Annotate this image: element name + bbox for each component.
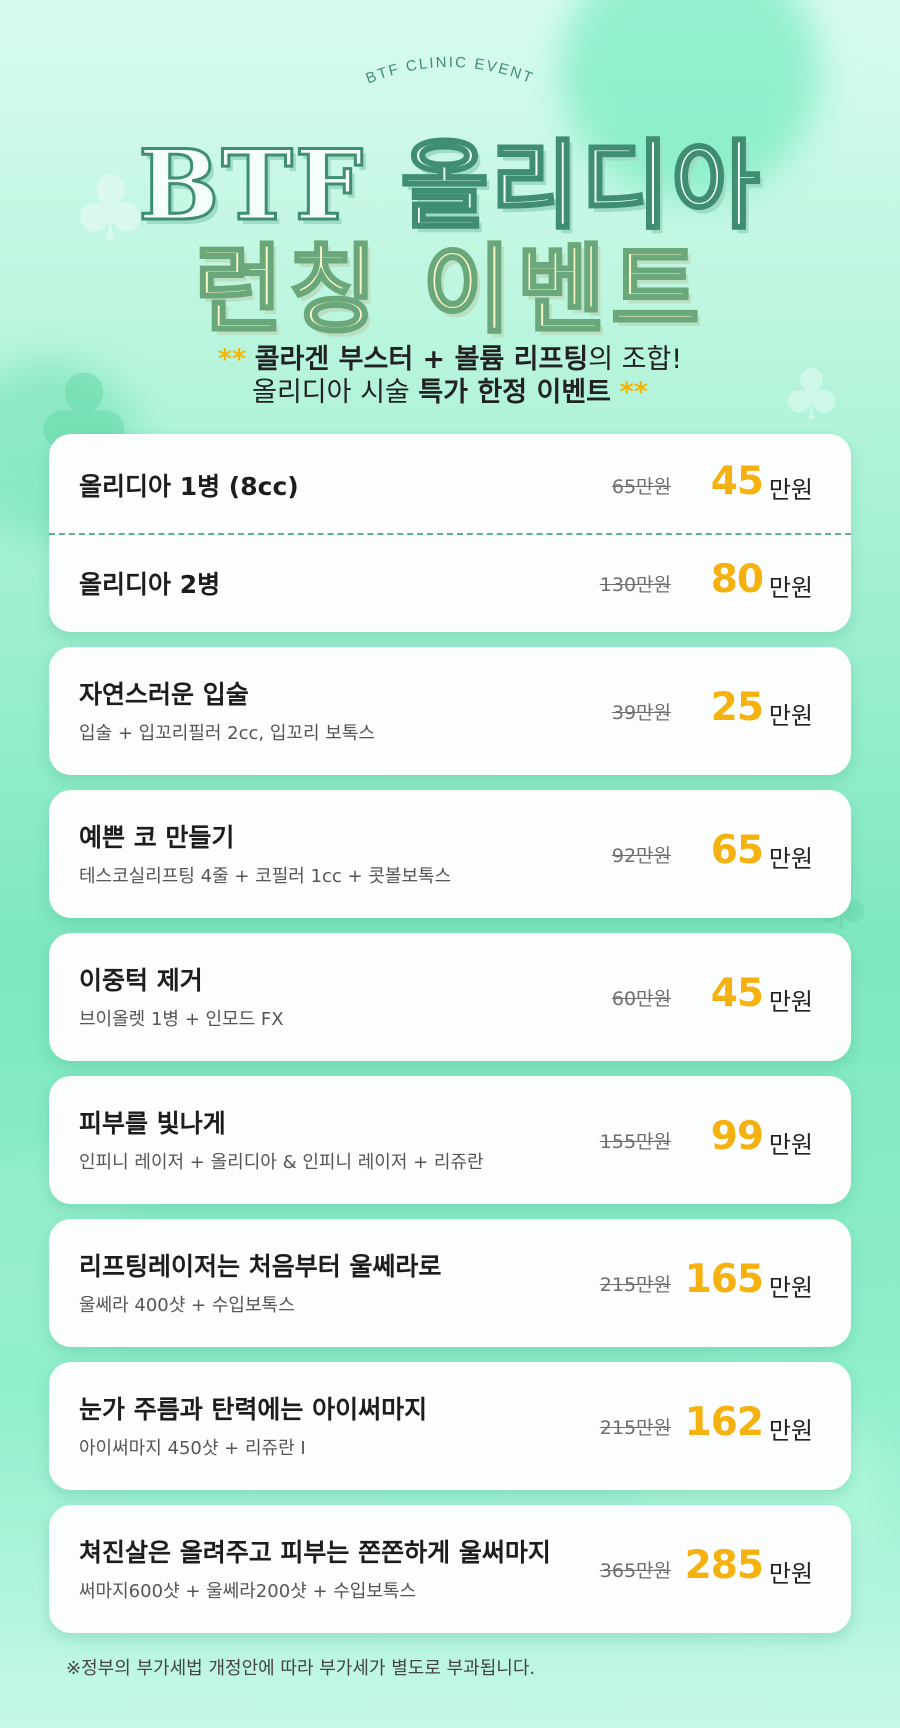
- subtitle-line-1: ** 콜라겐 부스터 + 볼륨 리프팅의 조합!: [217, 344, 683, 375]
- item-description: 써마지600샷 + 울쎄라200샷 + 수입보톡스: [79, 1581, 417, 1602]
- sale-price: 285: [684, 1543, 764, 1588]
- svg-text:BTF CLINIC EVENT: BTF CLINIC EVENT: [364, 54, 537, 87]
- original-price: 65만원: [611, 476, 671, 498]
- vat-footnote: ※정부의 부가세법 개정안에 따라 부가세가 별도로 부과됩니다.: [66, 1658, 536, 1679]
- original-price: 92만원: [611, 845, 671, 867]
- item-description: 테스코실리프팅 4줄 + 코필러 1cc + 콧볼보톡스: [79, 866, 452, 887]
- price-card: 예쁜 코 만들기 테스코실리프팅 4줄 + 코필러 1cc + 콧볼보톡스 92…: [49, 790, 851, 918]
- price-card: 리프팅레이저는 처음부터 울쎄라로 울쎄라 400샷 + 수입보톡스 215만원…: [49, 1219, 851, 1347]
- item-description: 브이올렛 1병 + 인모드 FX: [79, 1009, 284, 1030]
- price-card: 눈가 주름과 탄력에는 아이써마지 아이써마지 450샷 + 리쥬란 I 215…: [49, 1362, 851, 1490]
- original-price: 60만원: [611, 988, 671, 1010]
- item-description: 인피니 레이저 + 올리디아 & 인피니 레이저 + 리쥬란: [79, 1152, 484, 1173]
- price-unit: 만원: [768, 702, 813, 730]
- original-price: 155만원: [599, 1131, 671, 1153]
- price-unit: 만원: [768, 476, 813, 504]
- subtitle-line-2: 올리디아 시술 특가 한정 이벤트 **: [252, 377, 648, 408]
- price-card: 쳐진살은 올려주고 피부는 쫀쫀하게 울써마지 써마지600샷 + 울쎄라200…: [49, 1505, 851, 1633]
- item-name: 올리디아 2병: [79, 570, 221, 599]
- original-price: 130만원: [599, 574, 671, 596]
- sale-price: 80: [710, 557, 764, 602]
- item-name: 예쁜 코 만들기: [79, 823, 235, 852]
- original-price: 215만원: [599, 1274, 671, 1296]
- original-price: 215만원: [599, 1417, 671, 1439]
- sale-price: 99: [710, 1114, 764, 1159]
- price-unit: 만원: [768, 988, 813, 1016]
- sale-price: 45: [710, 459, 764, 504]
- price-card: 이중턱 제거 브이올렛 1병 + 인모드 FX 60만원 45 만원: [49, 933, 851, 1061]
- price-card: 자연스러운 입술 입술 + 입꼬리필러 2cc, 입꼬리 보톡스 39만원 25…: [49, 647, 851, 775]
- event-label: BTF CLINIC EVENT: [364, 54, 537, 87]
- sale-price: 45: [710, 971, 764, 1016]
- item-description: 울쎄라 400샷 + 수입보톡스: [79, 1295, 295, 1316]
- price-card: 피부를 빛나게 인피니 레이저 + 올리디아 & 인피니 레이저 + 리쥬란 1…: [49, 1076, 851, 1204]
- item-description: 입술 + 입꼬리필러 2cc, 입꼬리 보톡스: [79, 723, 375, 744]
- sale-price: 162: [684, 1400, 764, 1445]
- item-name: 올리디아 1병 (8cc): [79, 472, 299, 501]
- price-unit: 만원: [768, 1131, 813, 1159]
- price-row: 올리디아 1병 (8cc) 65만원 45 만원: [49, 434, 851, 533]
- item-description: 아이써마지 450샷 + 리쥬란 I: [79, 1438, 306, 1459]
- item-name: 쳐진살은 올려주고 피부는 쫀쫀하게 울써마지: [79, 1538, 551, 1567]
- price-unit: 만원: [768, 1274, 813, 1302]
- title-line-2: 런칭 이벤트: [193, 232, 706, 348]
- price-row: 올리디아 2병 130만원 80 만원: [49, 533, 851, 632]
- item-name: 이중턱 제거: [79, 966, 203, 995]
- star-mark: **: [217, 344, 247, 375]
- sale-price: 65: [710, 828, 764, 873]
- item-name: 피부를 빛나게: [79, 1109, 226, 1138]
- item-name: 리프팅레이저는 처음부터 울쎄라로: [79, 1252, 442, 1281]
- original-price: 365만원: [599, 1560, 671, 1582]
- original-price: 39만원: [611, 702, 671, 724]
- sale-price: 165: [684, 1257, 764, 1302]
- price-unit: 만원: [768, 1417, 813, 1445]
- price-card-olidia: 올리디아 1병 (8cc) 65만원 45 만원 올리디아 2병 130만원 8…: [49, 434, 851, 632]
- price-unit: 만원: [768, 1560, 813, 1588]
- price-unit: 만원: [768, 845, 813, 873]
- item-name: 자연스러운 입술: [79, 680, 249, 709]
- star-mark: **: [619, 377, 648, 408]
- sale-price: 25: [710, 685, 764, 730]
- item-name: 눈가 주름과 탄력에는 아이써마지: [79, 1395, 428, 1424]
- price-unit: 만원: [768, 574, 813, 602]
